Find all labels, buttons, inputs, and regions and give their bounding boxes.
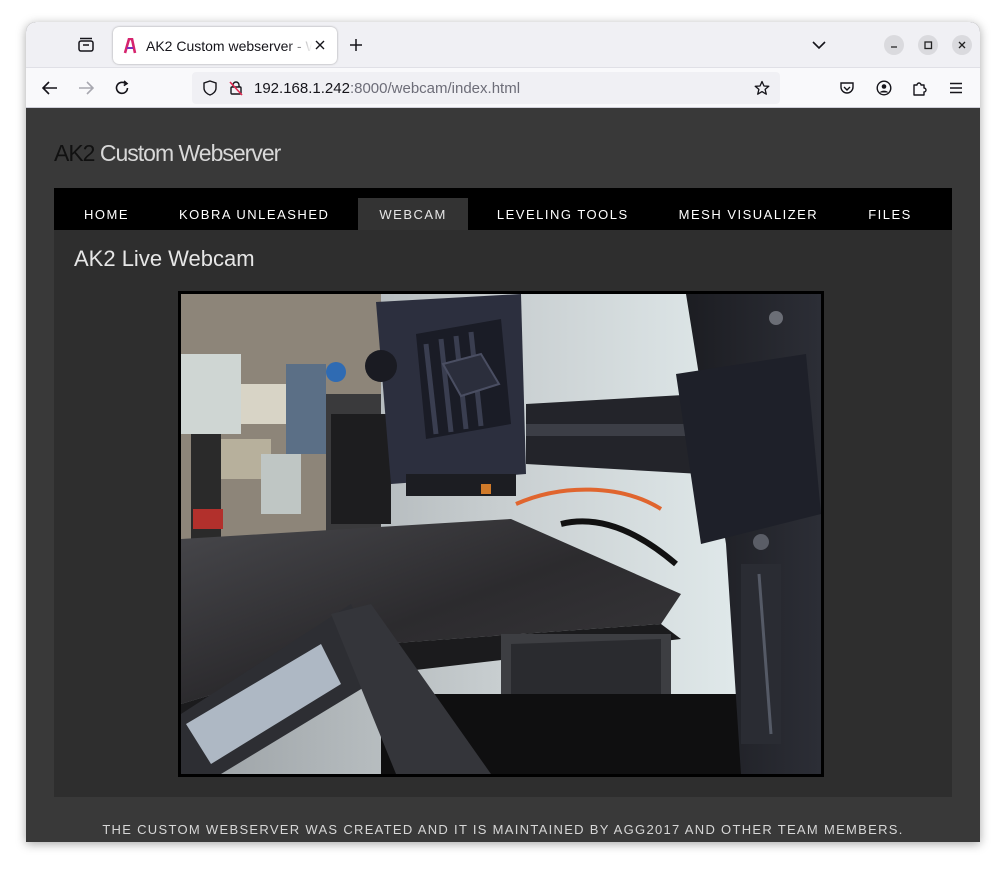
webcam-stream [178, 291, 824, 777]
url-host: 192.168.1.242 [254, 80, 350, 97]
insecure-lock-icon[interactable] [226, 78, 246, 98]
hamburger-menu-icon[interactable] [946, 78, 966, 98]
navigation-toolbar: 192.168.1.242:8000/webcam/index.html [26, 68, 980, 108]
site-title-suffix: Custom Webserver [94, 140, 281, 166]
shield-icon[interactable] [200, 78, 220, 98]
reload-icon[interactable] [112, 78, 132, 98]
plus-icon[interactable] [344, 33, 368, 57]
content-panel: AK2 Live Webcam [54, 230, 952, 797]
url-path: :8000/webcam/index.html [349, 80, 521, 97]
close-icon[interactable] [311, 36, 329, 54]
webcam-image [181, 294, 821, 774]
back-arrow-icon[interactable] [40, 78, 60, 98]
menu-item-leveling-tools[interactable]: LEVELING TOOLS [476, 198, 650, 230]
menu-item-files[interactable]: FILES [847, 198, 933, 230]
site-title[interactable]: AK2 Custom Webserver [54, 140, 281, 167]
close-window-button[interactable] [952, 35, 972, 55]
tab-overview-icon[interactable] [72, 33, 100, 57]
menu-item-kobra-unleashed[interactable]: KOBRA UNLEASHED [158, 198, 350, 230]
app-favicon-icon [122, 37, 138, 54]
account-icon[interactable] [874, 78, 894, 98]
menu-item-webcam[interactable]: WEBCAM [358, 198, 468, 230]
address-bar[interactable]: 192.168.1.242:8000/webcam/index.html [192, 72, 780, 104]
site-title-prefix: AK2 [54, 140, 95, 166]
footer-text: THE CUSTOM WEBSERVER WAS CREATED AND IT … [102, 822, 904, 837]
menu-item-mesh-visualizer[interactable]: MESH VISUALIZER [658, 198, 840, 230]
minimize-button[interactable] [884, 35, 904, 55]
maximize-button[interactable] [918, 35, 938, 55]
tab-title: AK2 Custom webserver - Webcam [146, 37, 312, 54]
webpage: AK2 Custom Webserver HOME KOBRA UNLEASHE… [26, 108, 980, 842]
page-title: AK2 Live Webcam [74, 246, 255, 271]
pocket-icon[interactable] [837, 78, 857, 98]
menu-item-home[interactable]: HOME [63, 198, 150, 230]
main-menu: HOME KOBRA UNLEASHED WEBCAM LEVELING TOO… [54, 188, 952, 230]
browser-window: AK2 Custom webserver - Webcam [26, 22, 980, 842]
tab-strip: AK2 Custom webserver - Webcam [26, 22, 980, 68]
forward-arrow-icon[interactable] [76, 78, 96, 98]
star-icon[interactable] [752, 78, 772, 98]
chevron-down-icon[interactable] [808, 34, 830, 56]
url-text[interactable]: 192.168.1.242:8000/webcam/index.html [254, 80, 520, 97]
browser-tab[interactable]: AK2 Custom webserver - Webcam [113, 27, 337, 64]
puzzle-icon[interactable] [910, 78, 930, 98]
